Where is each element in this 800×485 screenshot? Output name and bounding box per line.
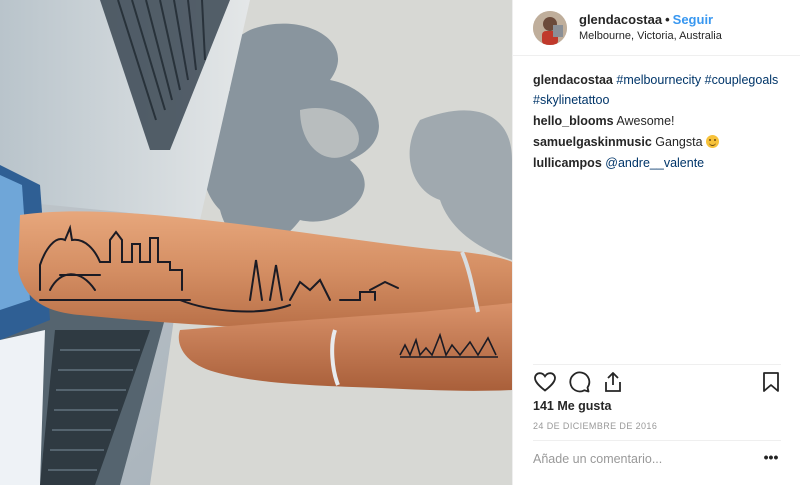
comment-username[interactable]: samuelgaskinmusic — [533, 135, 652, 149]
comment-text: Awesome! — [616, 114, 675, 128]
comment-icon[interactable] — [567, 370, 591, 394]
grinning-face-icon — [706, 135, 720, 148]
comment-item: lullicampos @andre__valente — [533, 153, 783, 173]
comment-text: Gangsta — [655, 135, 703, 149]
username-row: glendacostaa • Seguir — [579, 12, 722, 28]
avatar-image — [533, 10, 567, 45]
username-link[interactable]: glendacostaa — [579, 12, 662, 27]
separator-dot: • — [665, 11, 670, 27]
post-header: glendacostaa • Seguir Melbourne, Victoria,… — [513, 0, 800, 56]
divider — [533, 440, 781, 441]
post-date: 24 DE DICIEMBRE DE 2016 — [533, 421, 658, 431]
comments-list: glendacostaa #melbournecity #couplegoals… — [533, 70, 783, 174]
heart-icon[interactable] — [533, 370, 557, 394]
more-options-icon[interactable]: ••• — [761, 450, 781, 468]
bookmark-icon[interactable] — [759, 370, 783, 394]
post-photo — [0, 0, 512, 485]
post-header-text: glendacostaa • Seguir Melbourne, Victoria,… — [579, 12, 722, 44]
location-link[interactable]: Melbourne, Victoria, Australia — [579, 28, 722, 44]
share-icon[interactable] — [601, 370, 625, 394]
tattoo-photo-illustration — [0, 0, 512, 485]
likes-count[interactable]: 141 Me gusta — [533, 399, 612, 413]
hashtag-link[interactable]: #skylinetattoo — [533, 93, 609, 107]
comment-item: samuelgaskinmusic Gangsta — [533, 132, 783, 152]
follow-button[interactable]: Seguir — [673, 12, 713, 27]
avatar[interactable] — [533, 10, 567, 45]
hashtag-link[interactable]: #couplegoals — [705, 73, 779, 87]
comment-username[interactable]: lullicampos — [533, 156, 602, 170]
comment-item: hello_blooms Awesome! — [533, 111, 783, 131]
post-side-panel: glendacostaa • Seguir Melbourne, Victoria,… — [512, 0, 800, 485]
mention-link[interactable]: @andre__valente — [605, 156, 704, 170]
add-comment-input[interactable] — [533, 452, 743, 466]
action-bar — [533, 370, 783, 396]
caption: glendacostaa #melbournecity #couplegoals… — [533, 70, 783, 110]
hashtag-link[interactable]: #melbournecity — [616, 73, 701, 87]
divider — [533, 364, 781, 365]
caption-username[interactable]: glendacostaa — [533, 73, 613, 87]
comment-username[interactable]: hello_blooms — [533, 114, 614, 128]
